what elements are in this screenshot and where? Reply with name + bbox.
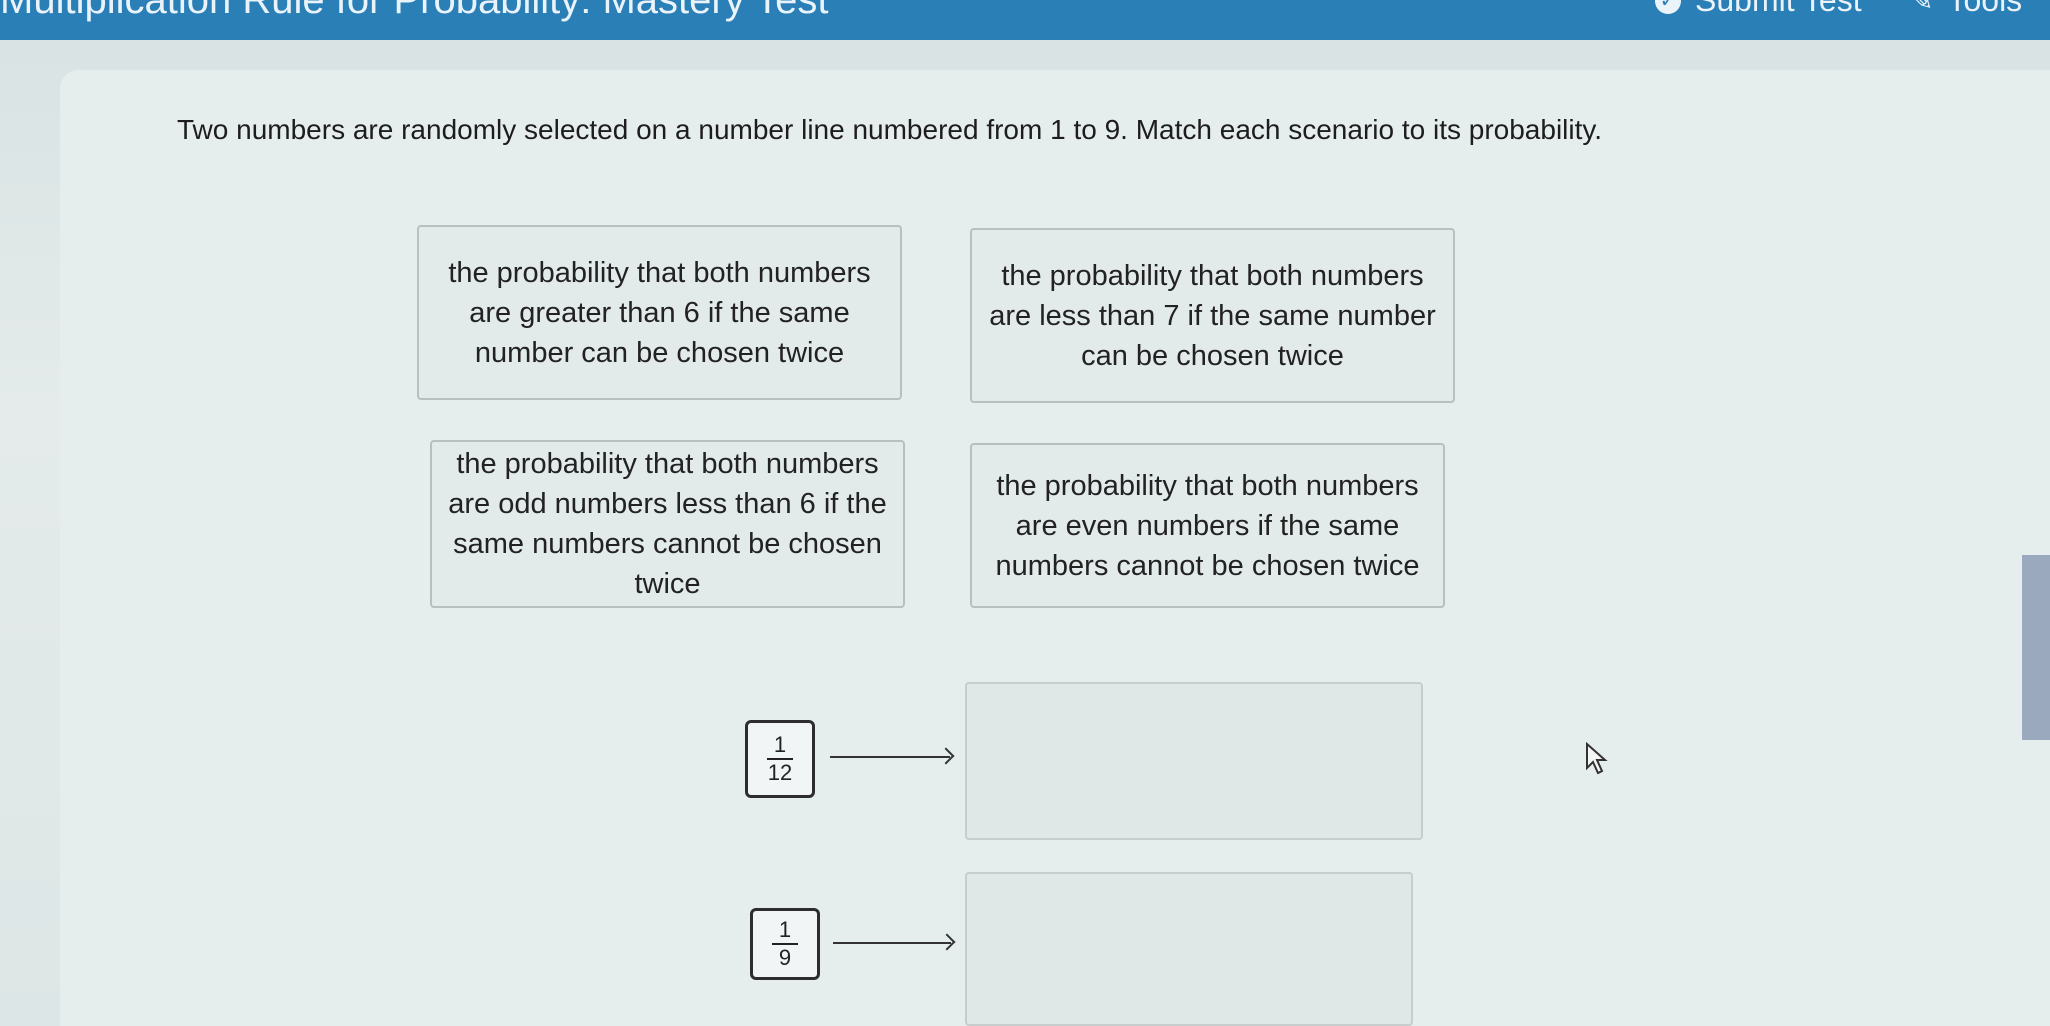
submit-test-button[interactable]: ✓ Submit Test: [1655, 0, 1862, 19]
fraction: 1 9: [772, 919, 798, 969]
submit-test-label: Submit Test: [1695, 0, 1862, 18]
check-circle-icon: ✓: [1655, 0, 1681, 14]
drop-target-1-12[interactable]: [965, 682, 1423, 840]
scenario-tile-odd-less-than-6[interactable]: the probability that both numbers are od…: [430, 440, 905, 608]
scenario-tile-less-than-7[interactable]: the probability that both numbers are le…: [970, 228, 1455, 403]
tools-button[interactable]: ✎ Tools: [1910, 0, 2022, 19]
tools-label: Tools: [1947, 0, 2023, 18]
probability-label-1-9: 1 9: [750, 908, 820, 980]
wrench-icon: ✎: [1910, 0, 1934, 16]
test-title: Multiplication Rule for Probability: Mas…: [0, 0, 829, 22]
fraction-numerator: 1: [778, 917, 792, 942]
scrollbar-thumb[interactable]: [2022, 555, 2050, 740]
probability-label-1-12: 1 12: [745, 720, 815, 798]
arrow-icon: [833, 942, 951, 944]
screen: Multiplication Rule for Probability: Mas…: [0, 0, 2050, 1026]
question-instructions: Two numbers are randomly selected on a n…: [177, 114, 1603, 145]
top-bar: Multiplication Rule for Probability: Mas…: [0, 0, 2050, 40]
fraction-denominator: 12: [767, 760, 793, 785]
fraction: 1 12: [767, 734, 793, 784]
drop-target-1-9[interactable]: [965, 872, 1413, 1026]
scenario-tile-greater-than-6[interactable]: the probability that both numbers are gr…: [417, 225, 902, 400]
fraction-numerator: 1: [773, 732, 787, 757]
scenario-tile-even-numbers[interactable]: the probability that both numbers are ev…: [970, 443, 1445, 608]
fraction-denominator: 9: [778, 945, 792, 970]
arrow-icon: [830, 756, 950, 758]
